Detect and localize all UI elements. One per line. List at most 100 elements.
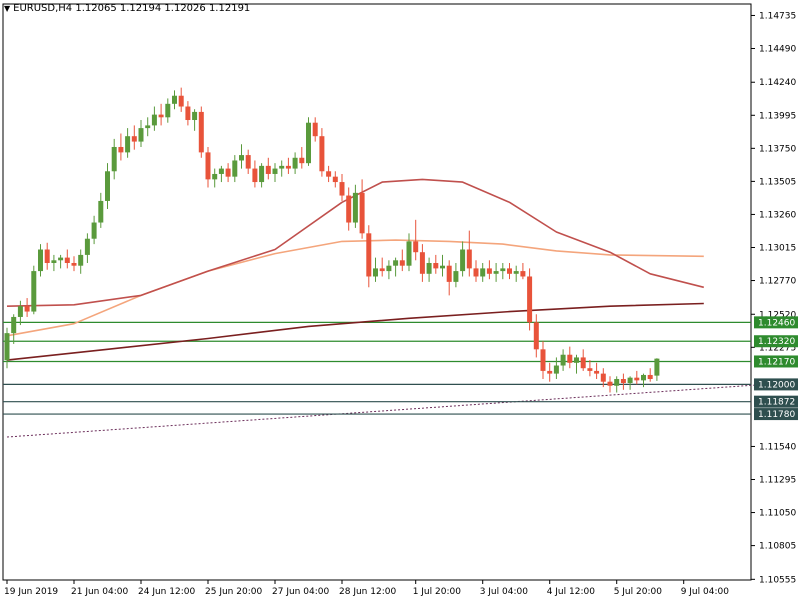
candle xyxy=(98,192,104,228)
candle-body xyxy=(547,370,553,374)
x-tick-label: 28 Jun 12:00 xyxy=(339,587,396,597)
candle-body xyxy=(419,252,425,274)
candle xyxy=(332,171,338,188)
candle xyxy=(359,179,365,239)
candle xyxy=(607,376,613,393)
candle-body xyxy=(252,168,258,183)
y-tick-label: 1.11050 xyxy=(759,509,796,519)
candle-body xyxy=(225,168,231,177)
candle xyxy=(419,244,425,282)
candle-body xyxy=(346,195,352,223)
level-label: 1.11780 xyxy=(758,410,795,420)
collapse-triangle-icon[interactable]: ▼ xyxy=(4,4,10,13)
candle-body xyxy=(24,306,30,312)
candle xyxy=(406,233,412,272)
candle xyxy=(131,125,137,150)
candle-body xyxy=(393,260,399,266)
candle xyxy=(239,144,244,169)
x-tick-label: 21 Jun 04:00 xyxy=(71,587,128,597)
y-tick-label: 1.10805 xyxy=(759,542,796,552)
candle-body xyxy=(58,257,64,261)
candle-body xyxy=(513,271,519,274)
candle xyxy=(145,117,151,137)
y-tick-label: 1.14240 xyxy=(759,78,796,88)
candle xyxy=(125,128,131,158)
candle-body xyxy=(44,249,50,263)
candle xyxy=(192,109,198,131)
candle xyxy=(17,300,23,326)
candle-body xyxy=(292,157,298,169)
candle-body xyxy=(641,374,646,381)
candle-body xyxy=(426,262,432,274)
x-tick-label: 25 Jun 20:00 xyxy=(205,587,262,597)
x-tick-label: 24 Jun 12:00 xyxy=(138,587,195,597)
candle-body xyxy=(406,241,412,266)
candle-body xyxy=(98,200,104,223)
candle xyxy=(346,187,352,231)
candle-body xyxy=(466,249,472,269)
candle xyxy=(352,184,358,228)
moving-average-mid xyxy=(6,239,704,337)
candle xyxy=(399,249,405,272)
y-tick-label: 1.13260 xyxy=(759,210,796,220)
candle-body xyxy=(145,125,151,129)
y-tick-label: 1.12770 xyxy=(759,277,796,287)
symbol-header: ▼ EURUSD,H4 1.12065 1.12194 1.12026 1.121… xyxy=(4,3,250,14)
candle-body xyxy=(553,365,559,374)
plot-frame xyxy=(2,3,752,581)
candle-body xyxy=(379,268,385,272)
candle-body xyxy=(647,374,653,380)
candle-body xyxy=(587,368,593,371)
candle-body xyxy=(600,373,606,382)
candle-body xyxy=(11,316,17,334)
candle xyxy=(326,165,332,183)
candle-body xyxy=(520,271,526,277)
candle-body xyxy=(299,157,305,164)
candle-body xyxy=(239,155,244,161)
candle xyxy=(493,262,499,282)
candle xyxy=(339,173,345,201)
y-tick-label: 1.14490 xyxy=(759,45,796,55)
candle-body xyxy=(567,354,573,363)
candle xyxy=(446,260,452,296)
candle xyxy=(527,268,533,331)
x-tick-label: 1 Jul 20:00 xyxy=(413,587,462,597)
candle-body xyxy=(540,349,546,371)
candle xyxy=(513,265,519,282)
candle-body xyxy=(125,136,131,153)
candle xyxy=(319,128,325,177)
candle xyxy=(285,157,291,174)
candle xyxy=(225,163,231,183)
candle-body xyxy=(64,257,70,263)
candle-body xyxy=(453,271,459,282)
candle xyxy=(440,254,445,277)
candle xyxy=(306,117,311,166)
candle-body xyxy=(607,381,613,386)
y-tick-label: 1.14735 xyxy=(759,11,796,21)
candle-body xyxy=(634,377,640,381)
candle xyxy=(366,225,372,288)
candle-body xyxy=(131,136,137,142)
trend-line xyxy=(6,382,785,438)
candle xyxy=(560,349,566,371)
candle xyxy=(279,160,285,177)
candle xyxy=(272,163,278,183)
candle xyxy=(533,314,539,358)
candle xyxy=(620,373,626,390)
y-tick-label: 1.13015 xyxy=(759,243,796,253)
candle xyxy=(84,233,90,263)
x-tick-label: 27 Jun 04:00 xyxy=(272,587,329,597)
y-tick-label: 1.11295 xyxy=(759,476,796,486)
candle-body xyxy=(212,173,218,180)
candle xyxy=(500,262,506,280)
candle xyxy=(540,341,546,380)
candle-body xyxy=(245,155,251,169)
candle xyxy=(245,149,251,174)
candle-body xyxy=(105,171,110,201)
candle xyxy=(627,376,633,390)
x-tick-label: 4 Jul 12:00 xyxy=(547,587,596,597)
candle xyxy=(44,242,50,270)
candle xyxy=(265,157,271,180)
candle xyxy=(11,314,17,344)
candle-body xyxy=(440,265,445,269)
